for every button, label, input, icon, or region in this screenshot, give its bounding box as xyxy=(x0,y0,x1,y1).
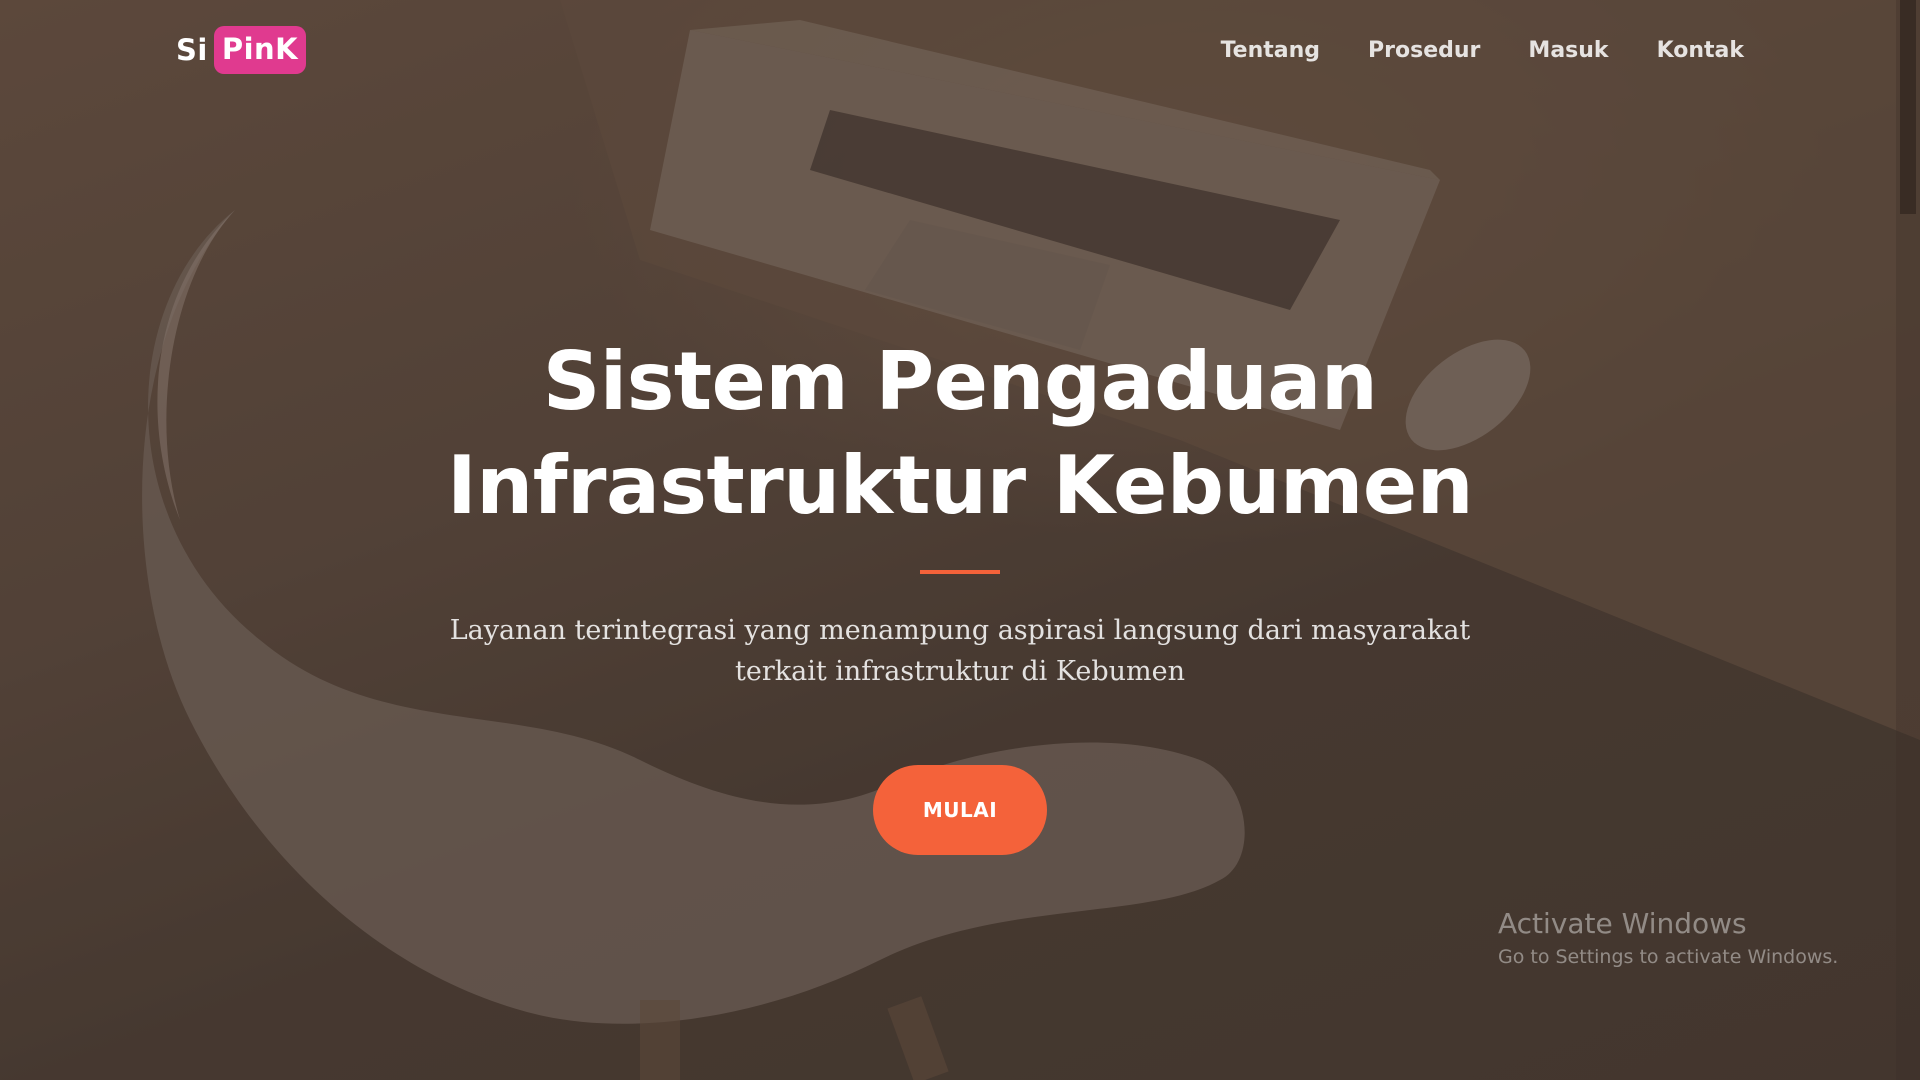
hero-subtitle-line-1: Layanan terintegrasi yang menampung aspi… xyxy=(449,615,1471,646)
nav-link-kontak[interactable]: Kontak xyxy=(1657,38,1744,63)
nav-link-tentang[interactable]: Tentang xyxy=(1221,38,1320,63)
hero-title-line-2: Infrastruktur Kebumen xyxy=(446,439,1474,532)
hero-title-line-1: Sistem Pengaduan xyxy=(542,335,1378,428)
watermark-subtitle: Go to Settings to activate Windows. xyxy=(1498,946,1839,968)
mulai-button[interactable]: MULAI xyxy=(873,765,1047,855)
scrollbar-thumb[interactable] xyxy=(1900,0,1916,214)
hero-divider xyxy=(920,570,1000,574)
brand-logo[interactable]: Si PinK xyxy=(176,26,307,74)
nav-links: Tentang Prosedur Masuk Kontak xyxy=(1221,38,1744,63)
brand-prefix: Si xyxy=(176,33,208,67)
watermark-title: Activate Windows xyxy=(1498,907,1747,940)
brand-highlight-badge: PinK xyxy=(213,26,307,74)
navbar: Si PinK Tentang Prosedur Masuk Kontak xyxy=(0,0,1920,106)
nav-link-masuk[interactable]: Masuk xyxy=(1528,38,1608,63)
nav-link-prosedur[interactable]: Prosedur xyxy=(1368,38,1480,63)
windows-activation-watermark: Activate Windows Go to Settings to activ… xyxy=(1498,906,1838,972)
hero-title: Sistem Pengaduan Infrastruktur Kebumen xyxy=(360,330,1560,538)
hero-subtitle: Layanan terintegrasi yang menampung aspi… xyxy=(410,610,1510,692)
page-scrollbar[interactable] xyxy=(1896,0,1920,1080)
hero-subtitle-line-2: terkait infrastruktur di Kebumen xyxy=(735,656,1185,687)
